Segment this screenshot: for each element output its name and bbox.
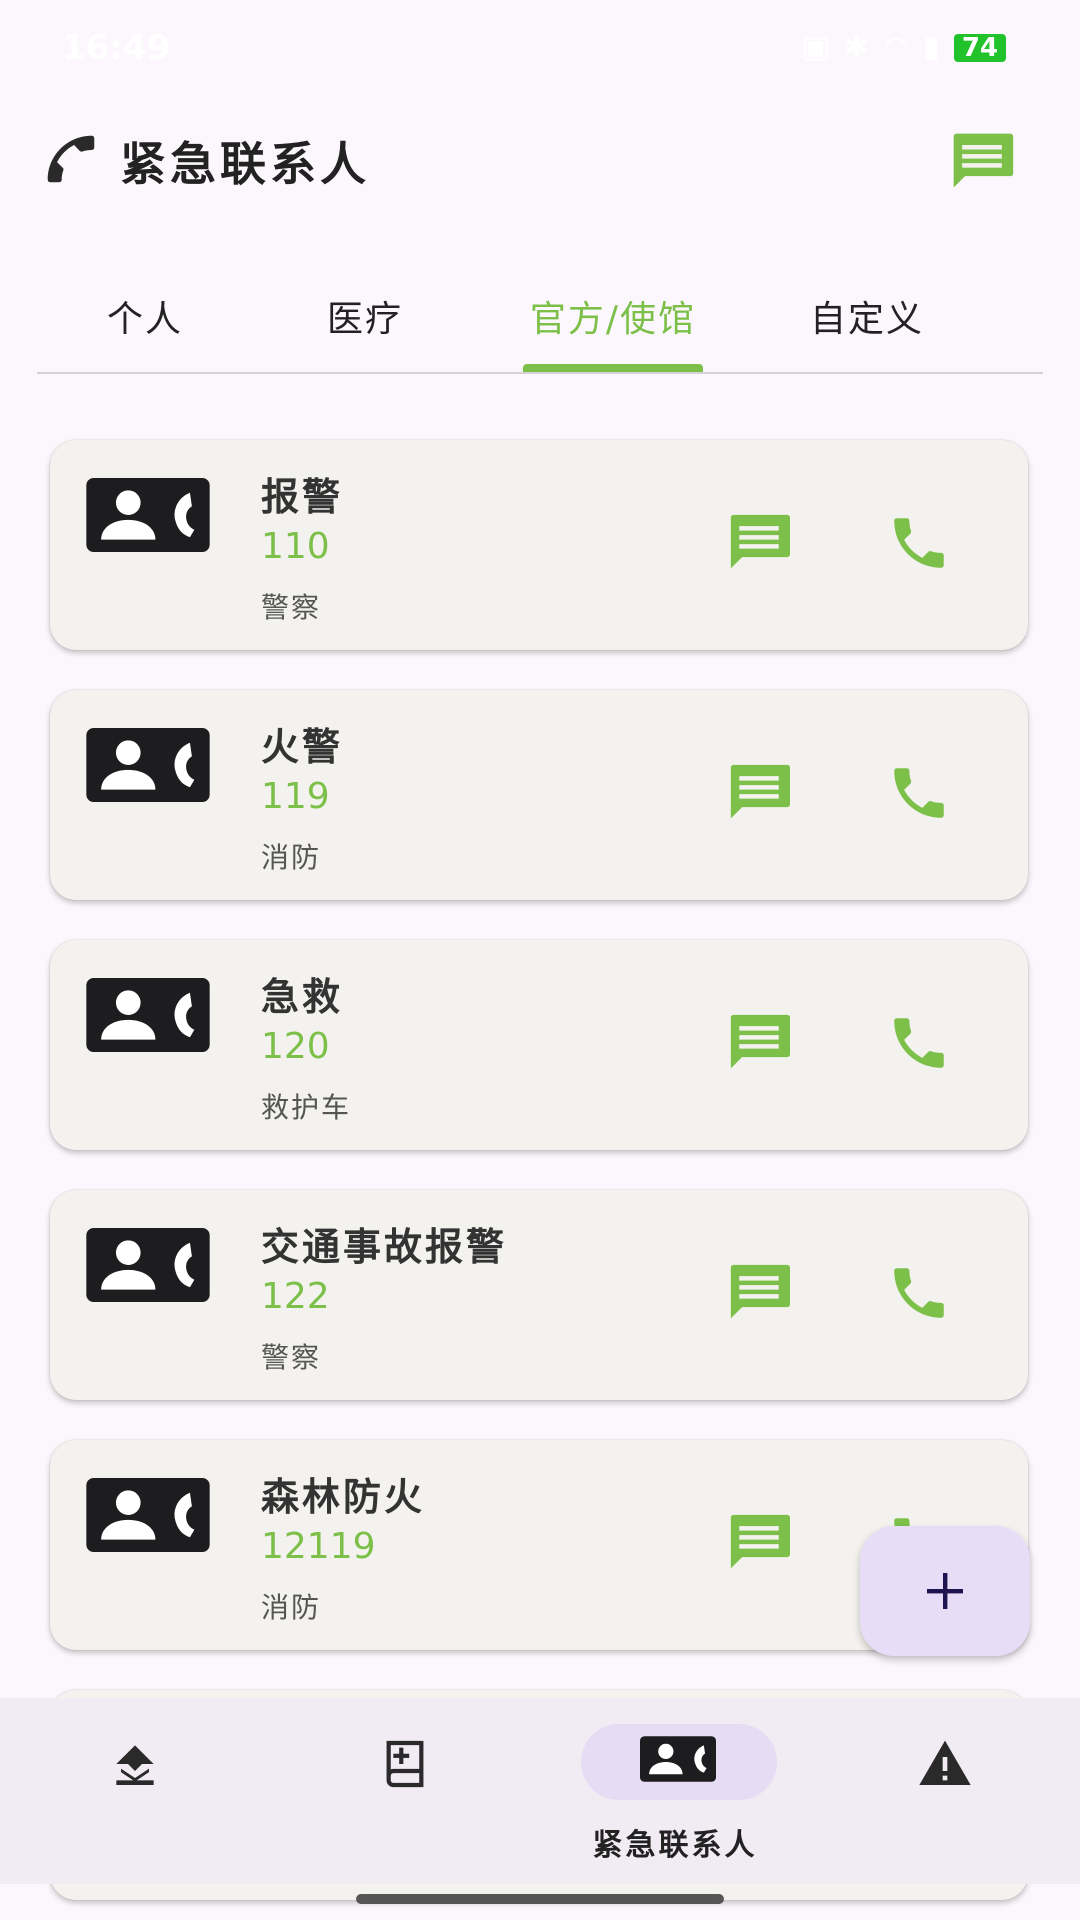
sms-icon[interactable] <box>725 1012 793 1074</box>
tab-personal[interactable]: 个人 <box>85 290 205 370</box>
contact-card-icon <box>640 1736 716 1782</box>
contact-card-icon <box>86 1228 210 1302</box>
contact-number: 120 <box>261 1026 330 1067</box>
bottom-navigation: 紧急联系人 <box>0 1698 1080 1884</box>
status-time: 16:49 <box>62 28 171 68</box>
nav-item-upload[interactable] <box>0 1698 270 1884</box>
contact-name: 急救 <box>261 975 344 1019</box>
contact-number: 122 <box>261 1276 330 1317</box>
category-tabs: 个人 医疗 官方/使馆 自定义 <box>37 290 1043 374</box>
wifi-icon: ◠ <box>883 30 910 65</box>
medical-book-icon <box>386 1740 424 1788</box>
contact-number: 119 <box>261 776 330 817</box>
sms-icon[interactable] <box>725 1512 793 1574</box>
warning-icon <box>919 1740 971 1785</box>
contact-number: 110 <box>261 526 330 567</box>
upload-icon <box>116 1745 154 1785</box>
contact-card-icon <box>86 978 210 1052</box>
contact-description: 消防 <box>261 841 322 874</box>
contact-name: 森林防火 <box>261 1475 426 1519</box>
nav-item-warning[interactable] <box>810 1698 1080 1884</box>
call-icon[interactable] <box>886 1010 952 1076</box>
call-icon[interactable] <box>886 1260 952 1326</box>
battery-indicator: 74 <box>953 33 1006 62</box>
tab-indicator <box>523 364 703 372</box>
status-bar: 16:49 ▣ ✱ ◠ ▮ 74 <box>0 0 1080 100</box>
add-contact-button[interactable] <box>860 1526 1030 1656</box>
contact-name: 报警 <box>261 475 344 519</box>
contact-name: 交通事故报警 <box>261 1225 508 1269</box>
contact-card-icon <box>86 1478 210 1552</box>
page-title: 紧急联系人 <box>120 137 370 191</box>
status-icons: ▣ ✱ ◠ ▮ 74 <box>802 30 1006 65</box>
signal-icon: ▮ <box>923 30 940 65</box>
sms-icon[interactable] <box>725 762 793 824</box>
call-icon[interactable] <box>886 510 952 576</box>
home-indicator[interactable] <box>356 1894 724 1904</box>
nav-label: 紧急联系人 <box>592 1828 758 1863</box>
plus-icon <box>927 1573 963 1609</box>
message-icon[interactable] <box>948 128 1016 196</box>
app-bar: 紧急联系人 <box>0 110 1080 210</box>
contact-card[interactable]: 火警 119 消防 <box>50 690 1028 900</box>
sms-icon[interactable] <box>725 1262 793 1324</box>
contact-number: 12119 <box>261 1526 376 1567</box>
contact-description: 消防 <box>261 1591 322 1624</box>
call-icon[interactable] <box>886 760 952 826</box>
tab-custom[interactable]: 自定义 <box>787 290 947 370</box>
contact-card-icon <box>86 478 210 552</box>
sms-icon[interactable] <box>725 512 793 574</box>
contact-description: 警察 <box>261 591 322 624</box>
phone-icon <box>47 135 95 183</box>
tab-official-embassy[interactable]: 官方/使馆 <box>507 290 719 370</box>
bluetooth-icon: ✱ <box>843 30 870 65</box>
nav-item-emergency-contacts[interactable]: 紧急联系人 <box>540 1698 810 1884</box>
contact-description: 警察 <box>261 1341 322 1374</box>
tab-medical[interactable]: 医疗 <box>305 290 425 370</box>
contact-description: 救护车 <box>261 1091 352 1124</box>
contact-card-icon <box>86 728 210 802</box>
contact-name: 火警 <box>261 725 344 769</box>
contact-card[interactable]: 急救 120 救护车 <box>50 940 1028 1150</box>
contact-card[interactable]: 报警 110 警察 <box>50 440 1028 650</box>
contact-card[interactable]: 交通事故报警 122 警察 <box>50 1190 1028 1400</box>
notification-icon: ▣ <box>801 30 830 65</box>
nav-item-medical[interactable] <box>270 1698 540 1884</box>
